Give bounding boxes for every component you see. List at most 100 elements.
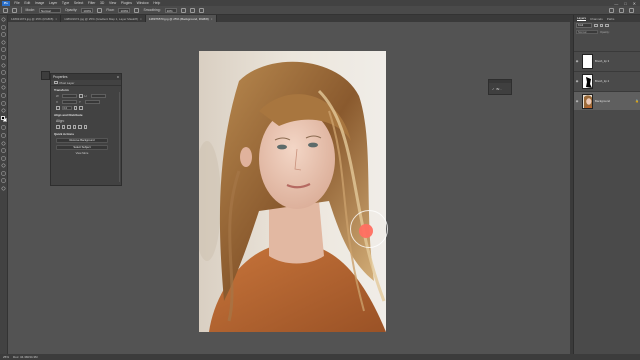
layer-name[interactable]: Brush_tip 2 — [595, 79, 609, 83]
visibility-eye-icon[interactable]: ◉ — [574, 59, 580, 63]
visibility-eye-icon[interactable]: ◉ — [574, 79, 580, 83]
home-icon[interactable] — [3, 7, 8, 13]
menu-plugins[interactable]: Plugins — [119, 1, 135, 5]
symmetry-icon[interactable] — [198, 7, 204, 13]
doc-info[interactable]: Doc: 34.3M/34.3M — [13, 355, 38, 359]
close-icon[interactable]: × — [140, 17, 142, 21]
align-middle-icon[interactable] — [78, 125, 82, 129]
align-right-icon[interactable] — [67, 125, 71, 129]
transform-title[interactable]: Transform — [51, 86, 121, 93]
layer-row-background[interactable]: ◉ Background 🔒 — [574, 91, 640, 110]
layer-name[interactable]: Brush_tip 3 — [595, 59, 609, 63]
menu-file[interactable]: File — [12, 1, 22, 5]
select-subject-button[interactable]: Select Subject — [56, 144, 108, 150]
menu-view[interactable]: View — [107, 1, 119, 5]
align-top-icon[interactable] — [72, 125, 76, 129]
blend-mode-select[interactable]: Normal — [576, 29, 598, 35]
close-icon[interactable]: × — [55, 17, 57, 21]
menu-filter[interactable]: Filter — [86, 1, 98, 5]
lock-icon[interactable]: 🔒 — [635, 99, 639, 103]
clone-stamp-icon[interactable] — [1, 85, 6, 90]
menu-select[interactable]: Select — [72, 1, 86, 5]
w-field[interactable] — [62, 94, 77, 98]
search-icon[interactable] — [609, 7, 614, 13]
menu-help[interactable]: Help — [151, 1, 163, 5]
eraser-icon[interactable] — [1, 101, 6, 106]
marquee-tool-icon[interactable] — [1, 25, 6, 30]
filter-type-icon[interactable] — [605, 23, 609, 28]
menu-layer[interactable]: Layer — [47, 1, 60, 5]
angle-icon[interactable] — [189, 7, 195, 13]
zoom-tool-icon[interactable] — [1, 178, 6, 183]
quick-actions-title[interactable]: Quick Actions — [51, 130, 121, 137]
airbrush-icon[interactable] — [134, 7, 140, 13]
workspace-icon[interactable] — [619, 7, 624, 13]
opacity-field[interactable]: 100% — [81, 7, 94, 13]
pen-tool-icon[interactable] — [1, 141, 6, 146]
view-more-link[interactable]: View More — [56, 152, 108, 155]
pressure-opacity-icon[interactable] — [97, 7, 103, 13]
doc-tab-2[interactable]: 148931974.jpg @ 25% (Gradient Map 1, Lay… — [61, 15, 146, 22]
path-select-icon[interactable] — [1, 156, 6, 161]
rectangle-tool-icon[interactable] — [1, 163, 6, 168]
color-swatches[interactable] — [0, 115, 7, 123]
brush-tool-icon[interactable] — [1, 78, 6, 83]
frame-tool-icon[interactable] — [1, 55, 6, 60]
flip-horizontal-icon[interactable] — [73, 106, 77, 110]
gradient-icon[interactable] — [1, 108, 6, 113]
more-tools-icon[interactable] — [1, 186, 6, 191]
doc-tab-3[interactable]: 148976570.jpg @ 25% (Background, RGB/8) × — [145, 15, 217, 22]
close-window-button[interactable]: ✕ — [633, 1, 636, 6]
angle-field[interactable]: 0.0 — [61, 106, 72, 110]
tab-layers[interactable]: Layers — [577, 16, 587, 21]
kind-filter-select[interactable]: Kind — [576, 23, 592, 28]
mode-select[interactable]: Normal — [38, 7, 61, 13]
filter-adjust-icon[interactable] — [599, 23, 603, 28]
crop-tool-icon[interactable] — [1, 47, 6, 52]
minimize-button[interactable]: — — [614, 1, 618, 6]
brush-preset-icon[interactable] — [12, 7, 17, 13]
close-icon[interactable]: × — [211, 17, 213, 21]
h-field[interactable] — [90, 94, 106, 98]
menu-edit[interactable]: Edit — [22, 1, 32, 5]
align-title[interactable]: Align and Distribute — [51, 111, 121, 118]
layer-name[interactable]: Background — [595, 99, 610, 103]
foreground-color-swatch[interactable] — [0, 115, 5, 120]
type-tool-icon[interactable] — [1, 148, 6, 153]
y-field[interactable] — [85, 100, 100, 104]
flip-vertical-icon[interactable] — [79, 106, 83, 110]
filter-pixel-icon[interactable] — [594, 23, 598, 28]
document-canvas[interactable] — [199, 51, 386, 332]
brush-settings-widget[interactable]: ✓ Br... — [488, 79, 512, 95]
zoom-level[interactable]: 25% — [3, 355, 9, 359]
dodge-icon[interactable] — [1, 133, 6, 138]
smoothing-field[interactable]: 10% — [164, 7, 177, 13]
align-left-icon[interactable] — [56, 125, 60, 129]
menu-window[interactable]: Window — [134, 1, 151, 5]
tab-paths[interactable]: Paths — [607, 17, 615, 21]
visibility-eye-icon[interactable]: ◉ — [574, 99, 580, 103]
smoothing-options-icon[interactable] — [180, 7, 186, 13]
menu-3d[interactable]: 3D — [98, 1, 107, 5]
flow-field[interactable]: 100% — [118, 7, 131, 13]
x-field[interactable] — [62, 100, 77, 104]
align-center-icon[interactable] — [61, 125, 65, 129]
tab-channels[interactable]: Channels — [590, 17, 603, 21]
menu-type[interactable]: Type — [60, 1, 72, 5]
layer-row[interactable]: ◉ Brush_tip 3 — [574, 51, 640, 70]
menu-image[interactable]: Image — [33, 1, 47, 5]
eyedropper-icon[interactable] — [1, 63, 6, 68]
blur-icon[interactable] — [1, 125, 6, 130]
layer-row[interactable]: ◉ Brush_tip 2 — [574, 71, 640, 90]
remove-background-button[interactable]: Remove Background — [56, 138, 108, 143]
panel-menu-icon[interactable]: ≡ — [117, 75, 119, 79]
properties-collapsed-icon[interactable] — [41, 71, 50, 80]
doc-tab-1[interactable]: 148931973.jpg @ 25% (RGB/8) × — [8, 15, 62, 22]
properties-scrollbar[interactable] — [118, 92, 120, 182]
quick-select-icon[interactable] — [1, 40, 6, 45]
align-bottom-icon[interactable] — [83, 125, 87, 129]
link-icon[interactable] — [79, 94, 83, 98]
healing-brush-icon[interactable] — [1, 70, 6, 75]
move-tool-icon[interactable] — [1, 17, 6, 22]
history-brush-icon[interactable] — [1, 93, 6, 98]
